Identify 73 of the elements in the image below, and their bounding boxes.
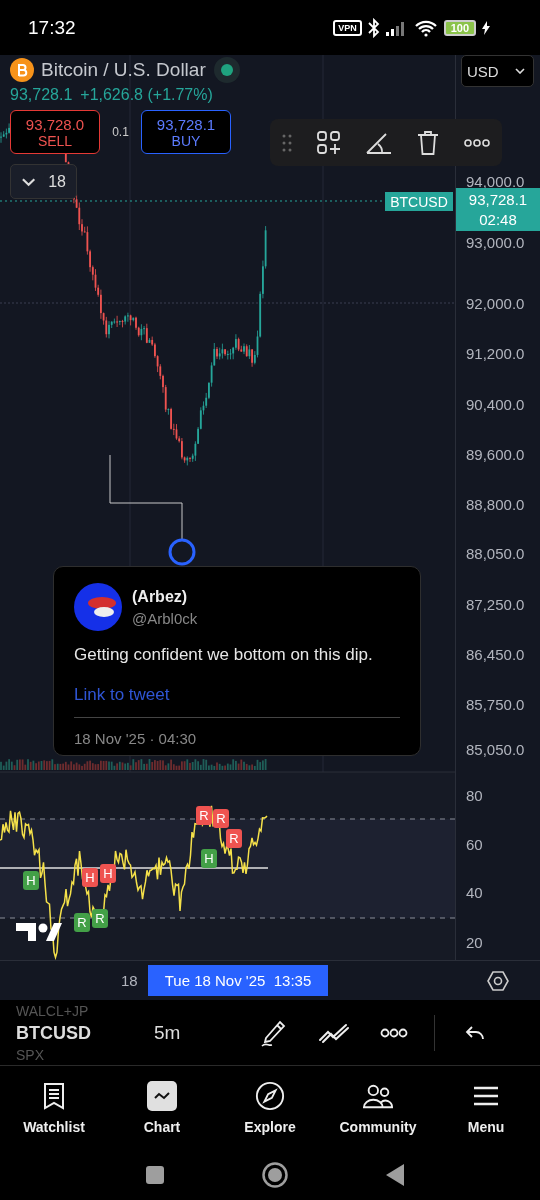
price-change: +1,626.8 (+1.77%) bbox=[80, 86, 213, 104]
clock: 17:32 bbox=[28, 16, 76, 39]
undo-icon[interactable] bbox=[465, 1024, 485, 1041]
charging-icon bbox=[482, 20, 490, 35]
rsi-axis-label: 80 bbox=[466, 786, 483, 804]
wifi-icon bbox=[413, 18, 438, 37]
price-axis-label: 88,050.0 bbox=[466, 544, 525, 562]
price-axis-label: 85,050.0 bbox=[466, 740, 525, 758]
logo-icon bbox=[16, 923, 62, 941]
rsi-axis-label: 60 bbox=[466, 835, 483, 853]
crosshair-date-label: Tue 18 Nov '25 13:35 bbox=[148, 965, 328, 996]
add-object-icon[interactable] bbox=[317, 130, 342, 155]
signal-marker: H bbox=[100, 864, 116, 883]
vpn-badge: VPN bbox=[333, 19, 362, 36]
indicators-toggle[interactable]: 18 bbox=[10, 164, 77, 199]
currency-dropdown[interactable]: USD bbox=[461, 55, 534, 87]
signal-marker: H bbox=[201, 849, 217, 868]
last-price-tag: 93,728.1 02:48 bbox=[456, 188, 540, 231]
compass-icon bbox=[255, 1081, 285, 1111]
more-icon[interactable] bbox=[463, 138, 490, 147]
battery-indicator: 100 bbox=[443, 19, 476, 36]
signal-marker: R bbox=[213, 809, 229, 828]
trend-lines-icon[interactable] bbox=[318, 1021, 350, 1044]
buy-button[interactable]: 93,728.1 BUY bbox=[141, 110, 231, 154]
drag-handle-icon[interactable] bbox=[282, 133, 293, 152]
price-axis-label: 89,600.0 bbox=[466, 445, 525, 463]
price-axis-label: 86,450.0 bbox=[466, 645, 525, 663]
spread-value: 0.1 bbox=[111, 125, 130, 139]
more-icon[interactable] bbox=[380, 1027, 408, 1038]
back-button[interactable] bbox=[386, 1164, 404, 1186]
caret-icon bbox=[515, 68, 525, 74]
author-name: (Arbez) bbox=[132, 587, 189, 606]
signal-marker: R bbox=[226, 829, 242, 848]
chevron-icon bbox=[21, 176, 37, 187]
price-axis-label: 87,250.0 bbox=[466, 595, 525, 613]
anchor-handle[interactable] bbox=[168, 538, 196, 566]
signal-marker: R bbox=[74, 913, 90, 932]
nav-tab[interactable]: Watchlist bbox=[0, 1066, 108, 1150]
signal-marker: H bbox=[82, 868, 98, 887]
signal-marker: R bbox=[92, 909, 108, 928]
signal-marker: R bbox=[196, 806, 212, 825]
price-axis-label: 94,000.0 bbox=[466, 172, 525, 190]
trash-icon[interactable] bbox=[416, 129, 439, 156]
price-axis-label: 93,000.0 bbox=[466, 233, 525, 251]
nav-tab[interactable]: Chart bbox=[108, 1066, 216, 1150]
price-axis-label: 91,200.0 bbox=[466, 344, 525, 362]
symbol-title: Bitcoin / U.S. Dollar bbox=[41, 59, 206, 81]
price-axis-label: 85,750.0 bbox=[466, 695, 525, 713]
interval-button[interactable]: 5m bbox=[140, 1021, 240, 1044]
settings-icon[interactable] bbox=[487, 969, 509, 992]
symbol-option[interactable]: BTCUSD bbox=[16, 1020, 140, 1045]
time-axis-label: 18 bbox=[121, 972, 138, 989]
price-axis-label: 88,800.0 bbox=[466, 495, 525, 513]
nav-tab[interactable]: Menu bbox=[432, 1066, 540, 1150]
avatar-icon bbox=[74, 583, 122, 631]
last-price: 93,728.1 bbox=[10, 86, 73, 104]
sell-button[interactable]: 93,728.0 SELL bbox=[10, 110, 100, 154]
nav-tab[interactable]: Community bbox=[324, 1066, 432, 1150]
rsi-axis-label: 40 bbox=[466, 883, 483, 901]
price-axis-label: 90,400.0 bbox=[466, 395, 525, 413]
price-axis-label: 92,000.0 bbox=[466, 294, 525, 312]
home-button[interactable] bbox=[262, 1162, 288, 1188]
coin-icon bbox=[10, 58, 34, 82]
author-handle: @Arbl0ck bbox=[132, 609, 198, 627]
angle-icon[interactable] bbox=[366, 130, 392, 155]
line-chart-icon bbox=[147, 1081, 177, 1111]
tweet-date: 18 Nov '25 · 04:30 bbox=[74, 730, 198, 747]
symbol-price-tag: BTCUSD bbox=[385, 192, 453, 211]
bluetooth-icon bbox=[367, 17, 380, 38]
rsi-axis-label: 20 bbox=[466, 933, 483, 951]
signal-marker: H bbox=[23, 871, 39, 890]
nav-tab[interactable]: Explore bbox=[216, 1066, 324, 1150]
tweet-text: Getting confident we bottom on this dip. bbox=[74, 645, 374, 665]
